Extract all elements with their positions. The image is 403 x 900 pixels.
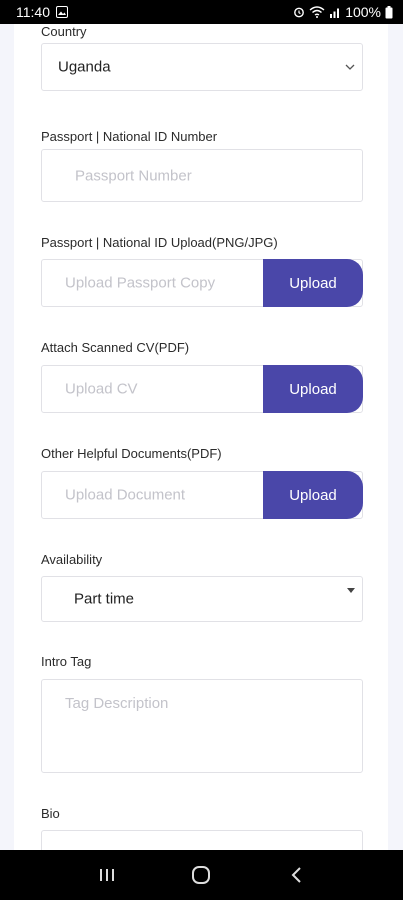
status-bar: 11:40 100% <box>0 0 403 24</box>
availability-select[interactable]: Part time <box>41 576 363 622</box>
availability-value: Part time <box>74 590 135 608</box>
passport-number-label: Passport | National ID Number <box>41 129 218 144</box>
passport-number-input[interactable]: Passport Number <box>41 149 363 202</box>
battery-percent: 100% <box>345 4 381 20</box>
cv-upload-placeholder: Upload CV <box>65 380 138 398</box>
passport-upload-placeholder: Upload Passport Copy <box>65 274 216 292</box>
country-select[interactable]: Uganda <box>41 43 363 91</box>
bio-label: Bio <box>41 806 60 821</box>
docs-upload-label: Other Helpful Documents(PDF) <box>41 446 222 461</box>
recent-apps-icon[interactable] <box>87 855 127 895</box>
passport-upload-button[interactable]: Upload <box>263 259 363 307</box>
intro-tag-label: Intro Tag <box>41 654 92 669</box>
cv-upload-button[interactable]: Upload <box>263 365 363 413</box>
home-icon[interactable] <box>181 855 221 895</box>
navigation-bar <box>0 850 403 900</box>
alarm-icon <box>293 6 305 18</box>
country-value: Uganda <box>58 58 111 76</box>
passport-upload-label: Passport | National ID Upload(PNG/JPG) <box>41 235 278 250</box>
cv-upload-field[interactable]: Upload CV Upload <box>41 365 363 413</box>
cv-upload-label: Attach Scanned CV(PDF) <box>41 340 190 355</box>
form-scroll-area[interactable]: Country Uganda Passport | National ID Nu… <box>0 24 403 850</box>
bio-textarea[interactable] <box>41 830 363 850</box>
docs-upload-button[interactable]: Upload <box>263 471 363 519</box>
status-time: 11:40 <box>16 4 50 20</box>
battery-icon <box>385 5 393 19</box>
intro-tag-textarea[interactable]: Tag Description <box>41 679 363 773</box>
availability-label: Availability <box>41 552 103 567</box>
country-label: Country <box>41 24 87 39</box>
intro-tag-placeholder: Tag Description <box>65 695 169 712</box>
docs-upload-placeholder: Upload Document <box>65 486 186 504</box>
form-card: Country Uganda Passport | National ID Nu… <box>14 24 388 850</box>
dropdown-arrow-icon <box>347 588 355 593</box>
docs-upload-field[interactable]: Upload Document Upload <box>41 471 363 519</box>
wifi-icon <box>309 6 325 18</box>
passport-number-placeholder: Passport Number <box>75 167 192 184</box>
back-icon[interactable] <box>276 855 316 895</box>
gallery-icon <box>56 6 68 18</box>
chevron-down-icon <box>344 61 356 73</box>
passport-upload-field[interactable]: Upload Passport Copy Upload <box>41 259 363 307</box>
signal-icon <box>329 6 341 18</box>
